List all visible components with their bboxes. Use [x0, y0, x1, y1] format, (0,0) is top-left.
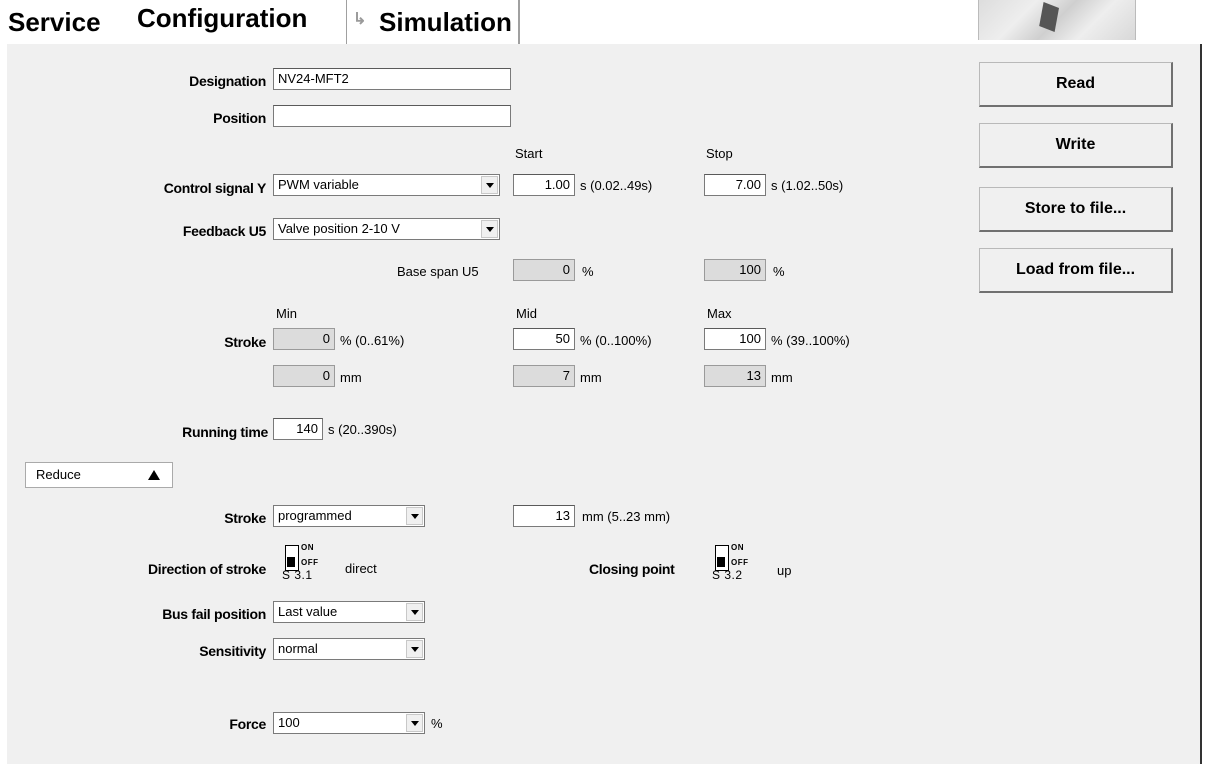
stroke-mid-pct-field[interactable]: 50 — [513, 328, 575, 350]
simulation-icon: ↳ — [353, 11, 367, 28]
stroke-mm-field[interactable]: 13 — [513, 505, 575, 527]
reduce-toggle[interactable]: Reduce — [25, 462, 173, 488]
stroke-max-mm-field: 13 — [704, 365, 766, 387]
tab-configuration[interactable]: Configuration — [137, 0, 307, 40]
stroke-mm-range: mm (5..23 mm) — [582, 509, 671, 524]
feedback-select[interactable]: Valve position 2-10 V — [273, 218, 500, 240]
designation-field[interactable]: NV24-MFT2 — [273, 68, 511, 90]
start-field[interactable]: 1.00 — [513, 174, 575, 196]
sensitivity-label: Sensitivity — [199, 643, 266, 659]
running-time-range: s (20..390s) — [328, 422, 397, 437]
dip-code-label: S 3.2 — [712, 568, 743, 582]
stop-field[interactable]: 7.00 — [704, 174, 766, 196]
chevron-down-icon[interactable] — [481, 220, 498, 238]
stroke-min-header: Min — [276, 306, 297, 321]
bus-fail-label: Bus fail position — [162, 606, 266, 622]
sensitivity-select[interactable]: normal — [273, 638, 425, 660]
chevron-down-icon[interactable] — [406, 714, 423, 732]
stroke-min-mm-unit: mm — [340, 370, 362, 385]
stroke-mid-header: Mid — [516, 306, 537, 321]
reduce-label: Reduce — [36, 467, 81, 482]
stop-header: Stop — [706, 146, 733, 161]
chevron-down-icon[interactable] — [406, 507, 423, 525]
closing-point-label: Closing point — [589, 561, 675, 577]
store-to-file-button[interactable]: Store to file... — [979, 187, 1173, 232]
dip-switch-knob — [287, 557, 295, 567]
tab-simulation[interactable]: ↳ Simulation — [346, 0, 520, 44]
stroke-max-pct-field[interactable]: 100 — [704, 328, 766, 350]
closing-point-state: up — [777, 563, 792, 578]
load-from-file-button[interactable]: Load from file... — [979, 248, 1173, 293]
control-signal-label: Control signal Y — [163, 180, 267, 196]
force-label: Force — [229, 716, 266, 732]
force-unit: % — [431, 716, 443, 731]
base-span-max-unit: % — [773, 264, 785, 279]
force-value: 100 — [278, 715, 300, 730]
stroke-max-header: Max — [707, 306, 732, 321]
base-span-max-field: 100 — [704, 259, 766, 281]
stroke-mode-value: programmed — [278, 508, 352, 523]
tab-service[interactable]: Service — [8, 0, 101, 44]
collapse-up-icon — [148, 470, 160, 480]
stroke-mid-mm-unit: mm — [580, 370, 602, 385]
start-range: s (0.02..49s) — [580, 178, 653, 193]
chevron-down-icon[interactable] — [406, 640, 423, 658]
base-span-label: Base span U5 — [397, 264, 479, 279]
dip-off-label: OFF — [301, 558, 319, 567]
force-select[interactable]: 100 — [273, 712, 425, 734]
control-signal-select[interactable]: PWM variable — [273, 174, 500, 196]
stroke-max-range: % (39..100%) — [771, 333, 850, 348]
running-time-field[interactable]: 140 — [273, 418, 323, 440]
bus-fail-select[interactable]: Last value — [273, 601, 425, 623]
device-image — [1039, 2, 1059, 32]
device-thumbnail — [978, 0, 1136, 40]
stroke-mid-range: % (0..100%) — [580, 333, 652, 348]
direction-label: Direction of stroke — [148, 561, 266, 577]
feedback-label: Feedback U5 — [182, 223, 266, 239]
feedback-value: Valve position 2-10 V — [278, 221, 400, 236]
dip-switch-s32[interactable]: ON OFF S 3.2 — [712, 543, 748, 582]
start-header: Start — [515, 146, 543, 161]
tab-simulation-label: Simulation — [379, 7, 512, 37]
chevron-down-icon[interactable] — [406, 603, 423, 621]
base-span-min-unit: % — [582, 264, 594, 279]
dip-off-label: OFF — [731, 558, 749, 567]
running-time-label: Running time — [182, 424, 268, 440]
position-label: Position — [213, 110, 266, 126]
base-span-min-field: 0 — [513, 259, 575, 281]
chevron-down-icon[interactable] — [481, 176, 498, 194]
bus-fail-value: Last value — [278, 604, 338, 619]
stroke-mode-label: Stroke — [224, 510, 266, 526]
dip-switch-s31[interactable]: ON OFF S 3.1 — [282, 543, 318, 582]
dip-code-label: S 3.1 — [282, 568, 313, 582]
position-field[interactable] — [273, 105, 511, 127]
dip-on-label: ON — [731, 543, 744, 552]
stroke-label: Stroke — [224, 334, 266, 350]
stroke-min-mm-field: 0 — [273, 365, 335, 387]
stroke-min-pct-field: 0 — [273, 328, 335, 350]
stroke-mid-mm-field: 7 — [513, 365, 575, 387]
designation-label: Designation — [189, 73, 266, 89]
write-button[interactable]: Write — [979, 123, 1173, 168]
control-signal-value: PWM variable — [278, 177, 359, 192]
dip-on-label: ON — [301, 543, 314, 552]
stop-range: s (1.02..50s) — [771, 178, 844, 193]
stroke-min-range: % (0..61%) — [340, 333, 405, 348]
stroke-mode-select[interactable]: programmed — [273, 505, 425, 527]
sensitivity-value: normal — [278, 641, 318, 656]
direction-state: direct — [345, 561, 377, 576]
stroke-max-mm-unit: mm — [771, 370, 793, 385]
dip-switch-knob — [717, 557, 725, 567]
read-button[interactable]: Read — [979, 62, 1173, 107]
